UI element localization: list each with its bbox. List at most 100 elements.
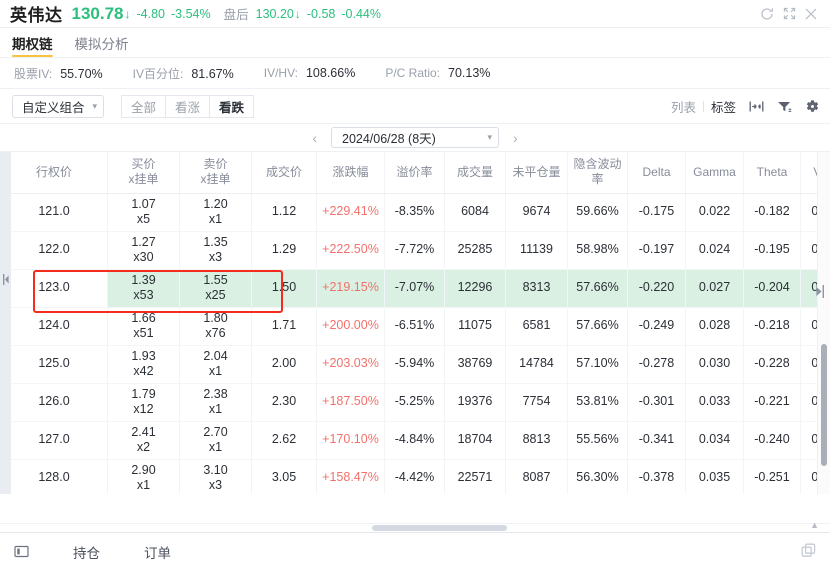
table-row[interactable]: 124.0 1.66 x51 1.80 x76 1.71 +200.00% -6.5… [0,307,830,346]
col-strike[interactable]: 行权价 [0,152,108,194]
table-row[interactable]: 121.0 1.07 x5 1.20 x1 1.12 +229.41% -8.35%… [0,193,830,232]
tab-simulation-analysis[interactable]: 模拟分析 [75,33,129,57]
windows-stack-icon[interactable] [801,543,818,560]
gear-icon[interactable] [805,99,820,114]
cell-bid: 2.90 x1 [107,459,180,494]
filter-bearish-button[interactable]: 看跌 [209,94,255,118]
cell-strike: 127.0 [0,421,108,460]
close-icon[interactable] [800,3,822,25]
cell-change-percent: +222.50% [316,231,385,270]
bottom-tab-positions[interactable]: 持仓 [73,542,100,562]
after-hours-direction-arrow-icon: ↓ [294,6,301,21]
col-implied-volatility-label: 隐含波动率 [573,157,622,187]
cell-delta: -0.175 [627,193,686,232]
view-mode-list[interactable]: 列表 [671,97,696,116]
cell-bid-size: x2 [136,440,151,454]
col-last-price[interactable]: 成交价 [251,152,317,194]
filter-bearish-label: 看跌 [219,100,245,115]
col-delta[interactable]: Delta [627,152,686,194]
cell-ask-price: 1.80 [203,310,228,325]
cell-premium-rate: -4.42% [384,459,445,494]
custom-combination-dropdown[interactable]: 自定义组合 ▾ [12,94,104,118]
price-change-percent: -3.54% [171,6,211,21]
horizontal-scrollbar-track[interactable] [0,523,830,532]
col-gamma[interactable]: Gamma [685,152,744,194]
cell-ask-size: x3 [208,250,223,264]
table-row[interactable]: 126.0 1.79 x12 2.38 x1 2.30 +187.50% -5.25… [0,383,830,422]
col-premium-rate[interactable]: 溢价率 [384,152,445,194]
row-expand-arrow-icon[interactable] [815,285,825,298]
cell-theta: -0.195 [743,231,801,270]
col-change-percent[interactable]: 涨跌幅 [316,152,385,194]
cell-strike: 122.0 [0,231,108,270]
left-collapse-rail[interactable] [0,152,11,494]
col-open-interest[interactable]: 未平仓量 [505,152,568,194]
cell-ask-price: 3.10 [203,462,228,477]
col-theta[interactable]: Theta [743,152,801,194]
cell-ask-price: 2.70 [203,424,228,439]
vertical-scrollbar-thumb[interactable] [821,344,827,466]
col-bid[interactable]: 买价 x挂单 [107,152,180,194]
next-expiry-button[interactable]: › [508,130,523,146]
col-implied-volatility[interactable]: 隐含波动率 [567,152,628,194]
col-volume[interactable]: 成交量 [444,152,506,194]
cell-theta: -0.182 [743,193,801,232]
chevron-down-icon: ▾ [487,132,492,142]
filter-all-button[interactable]: 全部 [121,94,166,118]
cell-delta: -0.220 [627,269,686,308]
custom-combination-label: 自定义组合 [22,100,85,115]
table-row[interactable]: 125.0 1.93 x42 2.04 x1 2.00 +203.03% -5.94… [0,345,830,384]
cell-implied-volatility: 58.98% [567,231,628,270]
main-tabs: 期权链 模拟分析 [0,28,830,58]
bottom-tab-orders[interactable]: 订单 [144,542,171,562]
stat-iv-percentile: IV百分位: 81.67% [133,65,234,82]
after-hours-label: 盘后 [223,8,249,22]
cell-ask-price: 1.20 [203,196,228,211]
expiry-date-dropdown[interactable]: 2024/06/28 (8天) ▾ [331,127,499,148]
cell-delta: -0.249 [627,307,686,346]
tab-option-chain[interactable]: 期权链 [12,33,53,57]
cell-volume: 25285 [444,231,506,270]
view-mode-tags[interactable]: 标签 [711,97,736,116]
refresh-icon[interactable] [756,3,778,25]
scroll-up-caret-icon[interactable]: ▲ [810,520,819,530]
cell-ask: 1.20 x1 [179,193,252,232]
filter-icon[interactable] [777,100,792,113]
col-ask[interactable]: 卖价 x挂单 [179,152,252,194]
cell-strike: 124.0 [0,307,108,346]
cell-last-price: 1.12 [251,193,317,232]
col-premium-rate-label: 溢价率 [396,164,433,179]
cell-ask-size: x76 [205,326,226,340]
collapse-columns-icon[interactable] [749,100,764,113]
horizontal-scrollbar-thumb[interactable] [372,525,507,531]
filter-bullish-label: 看涨 [175,100,201,115]
fullscreen-icon[interactable] [778,3,800,25]
table-row[interactable]: 127.0 2.41 x2 2.70 x1 2.62 +170.10% -4.84%… [0,421,830,460]
cell-premium-rate: -7.72% [384,231,445,270]
cell-implied-volatility: 55.56% [567,421,628,460]
cell-ask: 1.35 x3 [179,231,252,270]
cell-implied-volatility: 53.81% [567,383,628,422]
cell-bid-size: x1 [136,478,151,492]
table-row[interactable]: 122.0 1.27 x30 1.35 x3 1.29 +222.50% -7.72… [0,231,830,270]
col-last-price-label: 成交价 [265,164,302,179]
table-row-selected[interactable]: 123.0 1.39 x53 1.55 x25 1.50 +219.15% -7.0… [0,269,830,308]
table-header: 行权价 买价 x挂单 卖价 x挂单 成交价 涨跌幅 溢价率 成交量 未平仓量 隐… [0,152,830,194]
cell-theta: -0.221 [743,383,801,422]
cell-ask: 2.38 x1 [179,383,252,422]
cell-last-price: 1.50 [251,269,317,308]
option-chain-table-container: 行权价 买价 x挂单 卖价 x挂单 成交价 涨跌幅 溢价率 成交量 未平仓量 隐… [0,152,830,494]
panel-layout-icon[interactable] [14,544,29,559]
prev-expiry-button[interactable]: ‹ [307,130,322,146]
stat-stock-iv-value: 55.70% [60,66,103,81]
cell-open-interest: 11139 [505,231,568,270]
cell-bid: 2.41 x2 [107,421,180,460]
cell-bid-size: x51 [133,326,154,340]
cell-gamma: 0.028 [685,307,744,346]
cell-strike: 128.0 [0,459,108,494]
cell-volume: 11075 [444,307,506,346]
table-row[interactable]: 128.0 2.90 x1 3.10 x3 3.05 +158.47% -4.42%… [0,459,830,494]
cell-ask-size: x1 [208,440,223,454]
cell-open-interest: 14784 [505,345,568,384]
filter-bullish-button[interactable]: 看涨 [165,94,210,118]
